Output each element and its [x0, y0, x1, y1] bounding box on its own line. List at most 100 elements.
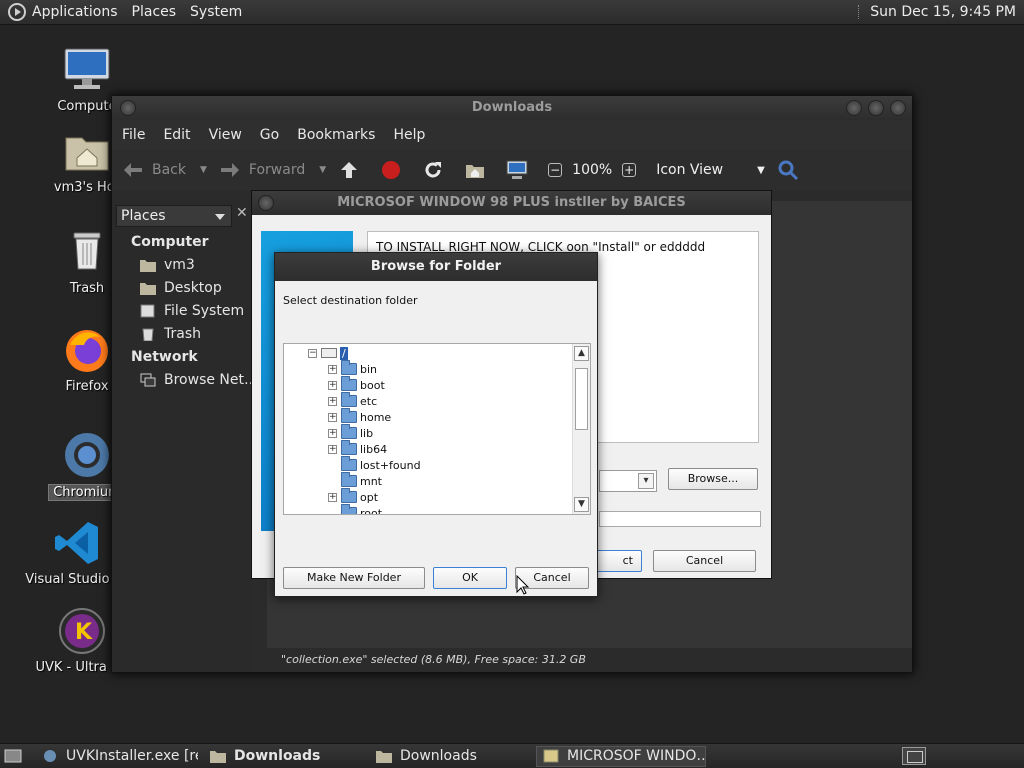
folder-icon: [341, 488, 357, 503]
sidebar-item-file-system[interactable]: File System: [140, 303, 244, 319]
folder-label: opt: [360, 490, 379, 504]
tree-row[interactable]: + lib: [328, 424, 374, 441]
tree-row[interactable]: + opt: [328, 488, 379, 505]
folder-label: mnt: [360, 474, 382, 488]
status-bar: "collection.exe" selected (8.6 MB), Free…: [267, 648, 912, 672]
sidebar-type-select[interactable]: Places: [116, 205, 232, 227]
tree-row[interactable]: root: [328, 504, 382, 514]
back-dropdown-icon[interactable]: ▼: [200, 165, 207, 175]
zoom-control[interactable]: − 100% +: [548, 162, 644, 178]
tree-row[interactable]: lost+found: [328, 456, 421, 473]
sidebar-item-browse-network[interactable]: Browse Net…: [140, 372, 258, 388]
window-menu-icon[interactable]: [120, 100, 136, 116]
window-menu-icon[interactable]: [258, 195, 274, 211]
tree-row[interactable]: mnt: [328, 472, 382, 489]
taskbar-item-downloads[interactable]: Downloads: [370, 746, 530, 767]
tree-row[interactable]: + etc: [328, 392, 378, 409]
clock[interactable]: Sun Dec 15, 9:45 PM: [858, 4, 1016, 20]
taskbar-item-uvk-installer[interactable]: UVKInstaller.exe [re…: [36, 746, 198, 767]
taskbar-item-installer[interactable]: MICROSOF WINDO…: [536, 745, 706, 767]
tree-row[interactable]: + bin: [328, 360, 377, 377]
zoom-out-icon[interactable]: −: [548, 163, 563, 177]
expand-icon[interactable]: +: [328, 428, 337, 438]
taskbar-item-label: UVKInstaller.exe [re…: [66, 748, 198, 764]
search-button[interactable]: [777, 159, 807, 181]
computer-icon: [506, 159, 528, 181]
menu-system[interactable]: System: [190, 4, 242, 20]
tree-row[interactable]: + lib64: [328, 440, 388, 457]
workspace-switcher-icon[interactable]: [902, 747, 926, 765]
folder-label: lib64: [360, 442, 388, 456]
desktop-icon: [4, 749, 22, 763]
sidebar-item-desktop[interactable]: Desktop: [140, 280, 222, 296]
zoom-level: 100%: [572, 162, 613, 178]
file-manager-titlebar[interactable]: Downloads: [112, 96, 912, 120]
folder-tree[interactable]: − / + bin + boot + etc + home + lib + li…: [283, 343, 591, 515]
mint-logo-icon[interactable]: [8, 3, 26, 21]
menu-view[interactable]: View: [209, 127, 242, 143]
expand-icon[interactable]: +: [328, 380, 337, 390]
menu-help[interactable]: Help: [393, 127, 425, 143]
folder-label: lib: [360, 426, 374, 440]
scroll-up-icon[interactable]: ▲: [574, 346, 589, 361]
make-new-folder-button[interactable]: Make New Folder: [283, 567, 425, 589]
up-arrow-icon: [338, 159, 360, 181]
menu-edit[interactable]: Edit: [163, 127, 190, 143]
menu-bookmarks[interactable]: Bookmarks: [297, 127, 375, 143]
installer-cancel-button[interactable]: Cancel: [653, 550, 756, 572]
browse-for-folder-dialog: Browse for Folder Select destination fol…: [274, 252, 598, 597]
collapse-icon[interactable]: −: [308, 348, 317, 358]
tree-row[interactable]: + boot: [328, 376, 385, 393]
reload-button[interactable]: [422, 159, 452, 181]
view-mode-label: Icon View: [656, 162, 724, 178]
computer-button[interactable]: [506, 159, 536, 181]
ok-button[interactable]: OK: [433, 567, 507, 589]
sidebar-heading-network: Network: [131, 349, 198, 365]
stop-button[interactable]: [380, 159, 410, 181]
expand-icon[interactable]: +: [328, 412, 337, 422]
close-button[interactable]: [890, 100, 906, 116]
folder-icon: [341, 456, 357, 471]
menu-applications[interactable]: Applications: [32, 4, 118, 20]
sidebar-item-vm3[interactable]: vm3: [140, 257, 195, 273]
forward-dropdown-icon[interactable]: ▼: [319, 165, 326, 175]
menu-file[interactable]: File: [122, 127, 145, 143]
expand-icon[interactable]: +: [328, 396, 337, 406]
back-arrow-icon: [122, 159, 144, 181]
sidebar-item-label: Browse Net…: [164, 372, 259, 388]
sidebar-close-icon[interactable]: ✕: [236, 205, 248, 221]
minimize-button[interactable]: [846, 100, 862, 116]
show-desktop-button[interactable]: [0, 746, 30, 767]
view-mode-select[interactable]: Icon View ▼: [656, 162, 765, 178]
zoom-in-icon[interactable]: +: [622, 163, 637, 177]
tree-row[interactable]: + home: [328, 408, 391, 425]
tree-row-root[interactable]: − /: [308, 345, 348, 361]
tree-scrollbar[interactable]: ▲ ▼: [572, 344, 590, 514]
scroll-thumb[interactable]: [575, 368, 588, 430]
search-icon: [777, 159, 799, 181]
folder-icon: [376, 749, 392, 763]
scroll-down-icon[interactable]: ▼: [574, 497, 589, 512]
taskbar-item-downloads-active[interactable]: Downloads: [204, 746, 364, 767]
back-label: Back: [152, 162, 186, 178]
sidebar-item-trash[interactable]: Trash: [140, 326, 201, 342]
expand-icon[interactable]: +: [328, 364, 337, 374]
forward-button[interactable]: Forward ▼: [219, 159, 326, 181]
up-button[interactable]: [338, 159, 368, 181]
menu-go[interactable]: Go: [260, 127, 279, 143]
folder-icon: [341, 424, 357, 439]
stop-icon: [380, 159, 402, 181]
menu-places[interactable]: Places: [132, 4, 177, 20]
expand-icon[interactable]: +: [328, 444, 337, 454]
dialog-titlebar[interactable]: Browse for Folder: [275, 253, 597, 281]
installer-path-select[interactable]: ▾: [599, 470, 657, 492]
browse-button[interactable]: Browse...: [668, 468, 758, 490]
folder-label: etc: [360, 394, 378, 408]
maximize-button[interactable]: [868, 100, 884, 116]
installer-titlebar[interactable]: MICROSOF WINDOW 98 PLUS instller by BAIC…: [252, 191, 771, 215]
home-button[interactable]: [464, 159, 494, 181]
taskbar: UVKInstaller.exe [re… Downloads Download…: [0, 743, 1024, 768]
back-button[interactable]: Back ▼: [122, 159, 207, 181]
sidebar-item-label: Trash: [164, 326, 201, 342]
expand-icon[interactable]: +: [328, 492, 337, 502]
